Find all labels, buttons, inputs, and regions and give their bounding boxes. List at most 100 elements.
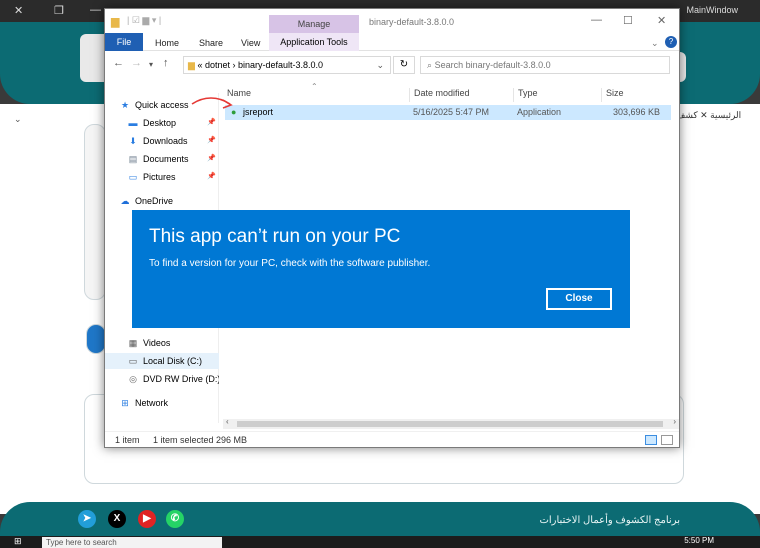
file-row-jsreport[interactable]: ● jsreport 5/16/2025 5:47 PM Application… (225, 105, 671, 120)
tab-view[interactable]: View (241, 38, 260, 48)
search-input[interactable]: Search binary-default-3.8.0.0 (435, 60, 551, 70)
network-icon: ⊞ (121, 398, 129, 408)
red-arrow-annotation (191, 97, 233, 109)
sidebar-item-label: Quick access (135, 100, 189, 110)
chevron-down-icon[interactable]: ⌄ (651, 38, 659, 49)
quick-access-toolbar[interactable]: | ☑ ▆ ▾ | (127, 15, 161, 26)
scroll-right-icon[interactable]: › (673, 417, 676, 426)
refresh-icon: ↻ (399, 59, 409, 70)
document-icon: ▤ (128, 154, 138, 164)
scroll-left-icon[interactable]: ‹ (226, 417, 229, 426)
main-window-title: MainWindow (686, 5, 738, 15)
close-button[interactable]: Close (546, 288, 612, 310)
sidebar-item-label: Network (135, 398, 169, 408)
tab-share[interactable]: Share (199, 38, 223, 48)
whatsapp-icon[interactable]: ✆ (166, 510, 184, 528)
taskbar-clock[interactable]: 5:50 PM (684, 536, 714, 545)
star-icon: ★ (120, 100, 130, 110)
explorer-title: binary-default-3.8.0.0 (369, 17, 455, 27)
manage-tab[interactable]: Manage (269, 15, 359, 33)
taskbar: ⊞ Type here to search 5:50 PM (0, 536, 760, 548)
windows-start-icon[interactable]: ⊞ (14, 536, 22, 547)
error-dialog: This app can’t run on your PC To find a … (132, 210, 630, 328)
sidebar-item-dvd-rw-drive-d-i[interactable]: ◎ DVD RW Drive (D:) I (105, 371, 219, 387)
help-icon[interactable]: ? (665, 36, 677, 48)
cloud-icon: ☁ (120, 196, 130, 206)
pin-icon: 📌 (207, 155, 216, 162)
x-icon[interactable]: X (108, 510, 126, 528)
sidebar-item-network[interactable]: ⊞ Network (105, 395, 219, 411)
address-path[interactable]: « dotnet › binary-default-3.8.0.0 (197, 60, 323, 70)
picture-icon: ▭ (128, 172, 138, 182)
taskbar-search-input[interactable]: Type here to search (42, 538, 117, 547)
dialog-message: To find a version for your PC, check wit… (149, 258, 431, 269)
sidebar-item-label: Videos (143, 338, 171, 348)
search-icon: ⌕ (427, 60, 433, 70)
telegram-icon[interactable]: ➤ (78, 510, 96, 528)
pin-icon: 📌 (207, 137, 216, 144)
folder-icon: ▆ (188, 60, 195, 70)
sidebar-item-desktop[interactable]: ▬ Desktop 📌 (105, 115, 219, 131)
maximize-icon[interactable]: ☐ (623, 14, 633, 27)
main-window-footer: ➤ X ▶ ✆ برنامج الكشوف وأعمال الاختبارات (0, 502, 760, 536)
taskbar-search[interactable]: Type here to search (42, 537, 222, 548)
pin-icon: 📌 (207, 173, 216, 180)
column-headers: Name ⌃ Date modified Type Size (223, 82, 675, 103)
explorer-titlebar: ▆ | ☑ ▆ ▾ | Manage binary-default-3.8.0.… (105, 9, 679, 33)
close-icon[interactable]: ✕ (14, 4, 23, 17)
sidebar-item-documents[interactable]: ▤ Documents 📌 (105, 151, 219, 167)
navigation-bar: ← → ▾ ↑ ▆ « dotnet › binary-default-3.8.… (105, 53, 679, 77)
large-icons-view-icon[interactable] (661, 435, 673, 445)
details-view-icon[interactable] (645, 435, 657, 445)
up-arrow-icon[interactable]: ↑ (163, 57, 169, 69)
chevron-down-icon[interactable]: ⌄ (14, 114, 22, 125)
file-size: 303,696 KB (613, 107, 661, 117)
footer-text: برنامج الكشوف وأعمال الاختبارات (539, 515, 680, 526)
forward-arrow-icon[interactable]: → (131, 57, 142, 69)
sidebar-item-videos[interactable]: ▦ Videos (105, 335, 219, 351)
dvd-icon: ◎ (129, 374, 137, 384)
minimize-icon[interactable]: — (90, 4, 101, 16)
sidebar-item-local-disk-c[interactable]: ▭ Local Disk (C:) (105, 353, 219, 369)
chevron-down-icon[interactable]: ⌄ (376, 57, 384, 73)
file-date: 5/16/2025 5:47 PM (413, 107, 490, 117)
pin-icon: 📌 (207, 119, 216, 126)
tab-home[interactable]: Home (155, 38, 179, 48)
sidebar-item-label: Documents (143, 154, 189, 164)
status-item-count: 1 item (115, 435, 140, 445)
sidebar-item-label: Local Disk (C:) (143, 356, 203, 366)
sidebar-item-label: Desktop (143, 118, 177, 128)
sidebar-item-pictures[interactable]: ▭ Pictures 📌 (105, 169, 219, 185)
refresh-button[interactable]: ↻ (393, 56, 415, 74)
column-date-modified[interactable]: Date modified (409, 88, 470, 102)
video-icon: ▦ (128, 338, 138, 348)
dialog-title: This app can’t run on your PC (149, 226, 401, 247)
recent-dropdown-icon[interactable]: ▾ (149, 60, 153, 69)
scrollbar-thumb[interactable] (237, 421, 663, 427)
folder-icon: ▆ (111, 16, 120, 28)
content-card (84, 124, 106, 300)
sidebar-item-label: Pictures (143, 172, 176, 182)
status-selection: 1 item selected 296 MB (153, 435, 248, 445)
download-icon: ⬇ (129, 136, 137, 146)
tab-file[interactable]: File (105, 33, 143, 51)
address-bar[interactable]: ▆ « dotnet › binary-default-3.8.0.0 ⌄ (183, 56, 391, 74)
horizontal-scrollbar[interactable]: ‹ › (223, 417, 679, 429)
tab-application-tools[interactable]: Application Tools (269, 33, 359, 51)
status-bar: 1 item 1 item selected 296 MB (105, 431, 679, 447)
back-arrow-icon[interactable]: ← (113, 57, 124, 69)
column-type[interactable]: Type (513, 88, 538, 102)
youtube-icon[interactable]: ▶ (138, 510, 156, 528)
sidebar-item-downloads[interactable]: ⬇ Downloads 📌 (105, 133, 219, 149)
search-box[interactable]: ⌕ Search binary-default-3.8.0.0 (420, 56, 670, 74)
close-icon[interactable]: ✕ (657, 14, 666, 27)
sort-up-icon: ⌃ (311, 82, 318, 91)
sidebar-item-onedrive[interactable]: ☁ OneDrive (105, 193, 219, 209)
file-type: Application (517, 107, 562, 117)
restore-icon[interactable]: ❐ (54, 4, 64, 17)
file-name: jsreport (243, 107, 274, 117)
column-size[interactable]: Size (601, 88, 624, 102)
main-window-tabs[interactable]: الرئيسية ✕ كشف (676, 110, 741, 121)
minimize-icon[interactable]: — (591, 14, 602, 26)
sidebar-item-label: Downloads (143, 136, 188, 146)
